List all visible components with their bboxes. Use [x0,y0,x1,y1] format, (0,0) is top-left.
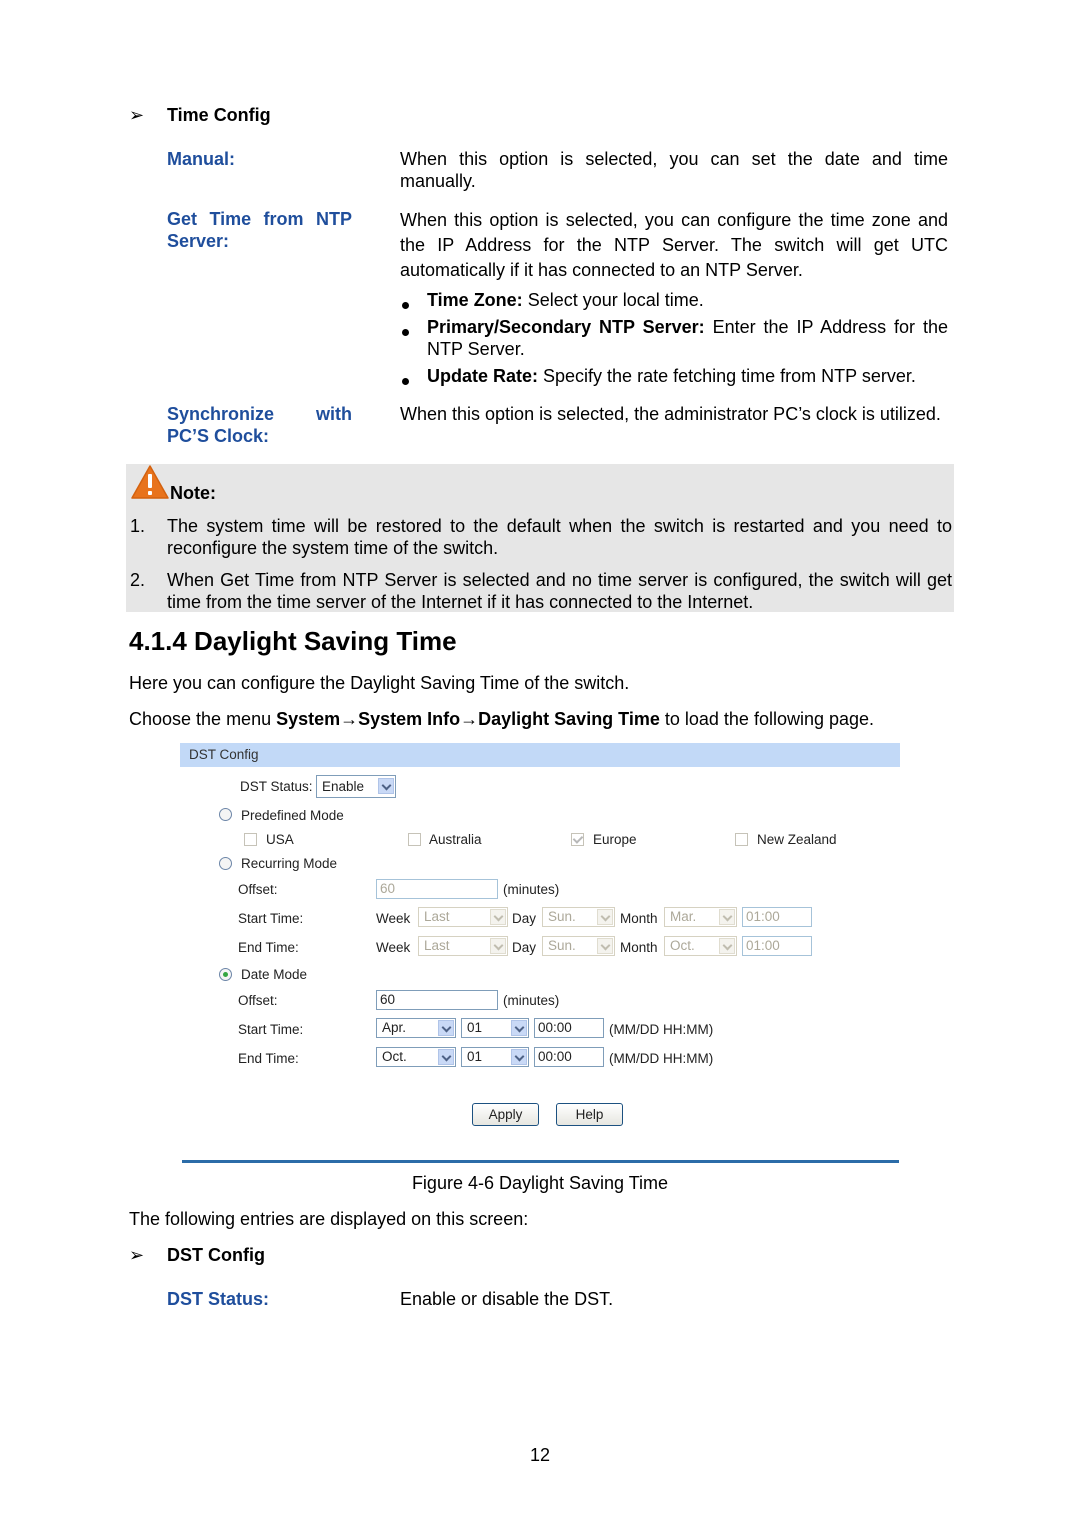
recurring-end-label: End Time: [238,940,299,955]
chevron-down-icon [438,1049,454,1065]
desc-ntp: When this option is selected, you can co… [400,210,948,280]
desc-dst-status: Enable or disable the DST. [400,1289,614,1309]
menu-path: System→System Info→Daylight Saving Time [276,709,660,729]
start-week-label: Week [376,911,411,926]
date-start-format-hint: (MM/DD HH:MM) [609,1022,714,1037]
date-end-time-input[interactable]: 00:00 [534,1047,604,1067]
apply-button[interactable]: Apply [472,1103,539,1126]
recurring-mode-label: Recurring Mode [241,856,338,871]
term-dst-status: DST Status: [167,1289,270,1309]
term-ntp-line2: Server: [167,231,230,251]
note-label: Note: [170,483,216,503]
chevron-down-icon [719,938,735,954]
date-end-month-select[interactable]: Oct. [376,1047,456,1067]
end-month-label: Month [620,940,658,955]
desc-manual: When this option is selected, you can se… [400,149,948,191]
date-end-label: End Time: [238,1051,299,1066]
start-week-select[interactable]: Last [418,907,508,927]
date-end-format-hint: (MM/DD HH:MM) [609,1051,714,1066]
chevron-down-icon [511,1049,527,1065]
page-number: 12 [529,1445,551,1465]
start-time-input[interactable]: 01:00 [742,907,812,927]
end-week-select[interactable]: Last [418,936,508,956]
note-item-1-text: The system time will be restored to the … [167,516,952,558]
predefined-mode-label: Predefined Mode [241,808,344,823]
bullet-icon [402,329,409,336]
recurring-start-label: Start Time: [238,911,304,926]
date-offset-input[interactable]: 60 [376,990,498,1010]
help-button[interactable]: Help [556,1103,623,1126]
australia-checkbox[interactable] [408,833,421,846]
term-ntp-line1: Get Time from NTP [167,209,352,229]
term-manual: Manual: [167,149,236,169]
australia-label: Australia [429,832,482,847]
bullet-ntp-server: Primary/Secondary NTP Server: Enter the … [427,317,948,359]
start-day-select[interactable]: Sun. [542,907,615,927]
date-offset-unit: (minutes) [503,993,560,1008]
date-start-day-select[interactable]: 01 [461,1018,529,1038]
figure-caption: Figure 4-6 Daylight Saving Time [411,1173,669,1193]
end-time-input[interactable]: 01:00 [742,936,812,956]
term-sync-line1: Synchronize with [167,404,352,424]
term-sync-line2: PC’S Clock: [167,426,270,446]
chevron-down-icon [597,938,613,954]
dst-status-label: DST Status: [240,779,313,794]
date-start-time-input[interactable]: 00:00 [534,1018,604,1038]
end-day-label: Day [512,940,537,955]
date-mode-label: Date Mode [241,967,308,982]
start-month-select[interactable]: Mar. [664,907,737,927]
chevron-down-icon [490,909,506,925]
bullet-icon [402,302,409,309]
note-item-1-number: 1. [130,516,146,536]
new-zealand-checkbox[interactable] [735,833,748,846]
europe-label: Europe [593,832,637,847]
usa-checkbox[interactable] [244,833,257,846]
warning-icon [131,465,169,499]
europe-checkbox[interactable] [571,833,584,846]
desc-sync: When this option is selected, the admini… [400,404,941,424]
end-week-label: Week [376,940,411,955]
chevron-down-icon [438,1020,454,1036]
usa-label: USA [266,832,294,847]
recurring-mode-radio[interactable] [219,857,232,870]
chevron-down-icon [511,1020,527,1036]
chevron-down-icon [490,938,506,954]
recurring-offset-unit: (minutes) [503,882,560,897]
chevron-down-icon [597,909,613,925]
date-start-label: Start Time: [238,1022,304,1037]
recurring-offset-label: Offset: [238,882,278,897]
date-start-month-select[interactable]: Apr. [376,1018,456,1038]
start-month-label: Month [620,911,658,926]
bullet-time-zone: Time Zone: Select your local time. [427,290,704,310]
bullet-icon [402,378,409,385]
dst-config-heading: DST Config [167,1245,265,1265]
recurring-offset-input[interactable]: 60 [376,879,498,899]
new-zealand-label: New Zealand [757,832,837,847]
note-item-2-text: When Get Time from NTP Server is selecte… [167,570,952,612]
date-end-day-select[interactable]: 01 [461,1047,529,1067]
section-intro: Here you can configure the Daylight Savi… [129,673,630,693]
date-mode-radio[interactable] [219,968,232,981]
section-title: 4.1.4 Daylight Saving Time [129,626,457,656]
predefined-mode-radio[interactable] [219,808,232,821]
menu-instruction: Choose the menu System→System Info→Dayli… [129,709,875,729]
start-day-label: Day [512,911,537,926]
note-item-2-number: 2. [130,570,146,590]
dst-config-header: DST Config [180,743,900,767]
end-month-select[interactable]: Oct. [664,936,737,956]
figure-divider [182,1160,899,1163]
arrow-bullet-icon: ➢ [129,105,145,125]
date-offset-label: Offset: [238,993,278,1008]
bullet-update-rate: Update Rate: Specify the rate fetching t… [427,366,916,386]
arrow-bullet-icon: ➢ [129,1245,145,1265]
time-config-heading: Time Config [167,105,271,125]
chevron-down-icon [719,909,735,925]
chevron-down-icon [378,778,394,794]
entries-intro: The following entries are displayed on t… [129,1209,529,1229]
end-day-select[interactable]: Sun. [542,936,615,956]
dst-status-select[interactable]: Enable [316,775,396,798]
